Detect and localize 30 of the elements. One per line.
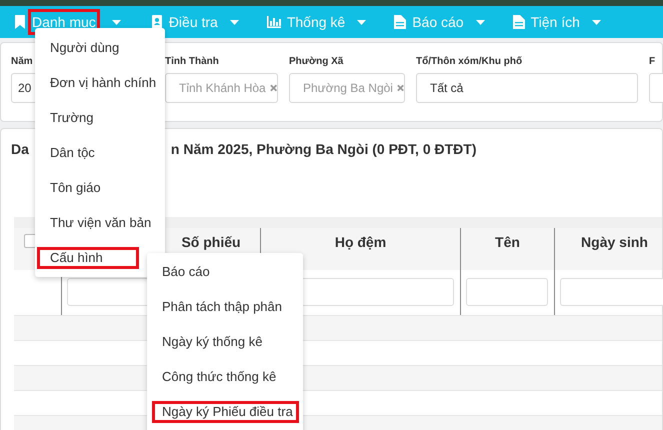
bar-chart-icon [266,16,281,28]
filter-input[interactable] [560,278,663,306]
caret-icon [357,20,366,24]
field-label: Năm [11,56,34,67]
menu-item[interactable]: Công thức thống kê [152,366,286,388]
menu-item[interactable]: Tôn giáo [37,177,110,199]
select-field[interactable]: Tất cả [416,73,638,103]
clear-icon[interactable] [396,84,404,92]
clear-icon[interactable] [270,84,277,92]
filter-input[interactable] [466,278,548,306]
menu-item[interactable]: Ngày ký Phiếu điều tra [152,401,299,423]
caret-icon [476,20,485,24]
menu-item[interactable]: Trường [37,107,102,129]
menu-item[interactable]: Đơn vị hành chính [37,72,166,94]
caret-icon [112,20,121,24]
bookmark-icon [14,15,26,29]
menu-item[interactable]: Phân tách thập phân [152,296,291,318]
caret-icon [592,20,601,24]
field-label: Tổ/Thôn xóm/Khu phố [416,56,524,67]
list-title: n Năm 2025, Phường Ba Ngòi (0 PĐT, 0 ĐTĐT) [170,141,476,157]
document-icon [512,15,525,29]
field-label: F [649,56,656,67]
list-title: Da [11,141,29,157]
field-label: Phường Xã [289,56,344,67]
caret-icon [230,20,239,24]
field-label: Tỉnh Thành [165,56,220,67]
menu-item[interactable]: Dân tộc [37,142,104,164]
document-icon [394,15,406,29]
menu-item[interactable]: Ngày ký thống kê [152,331,272,353]
menu-item[interactable]: Người dùng [37,37,128,59]
